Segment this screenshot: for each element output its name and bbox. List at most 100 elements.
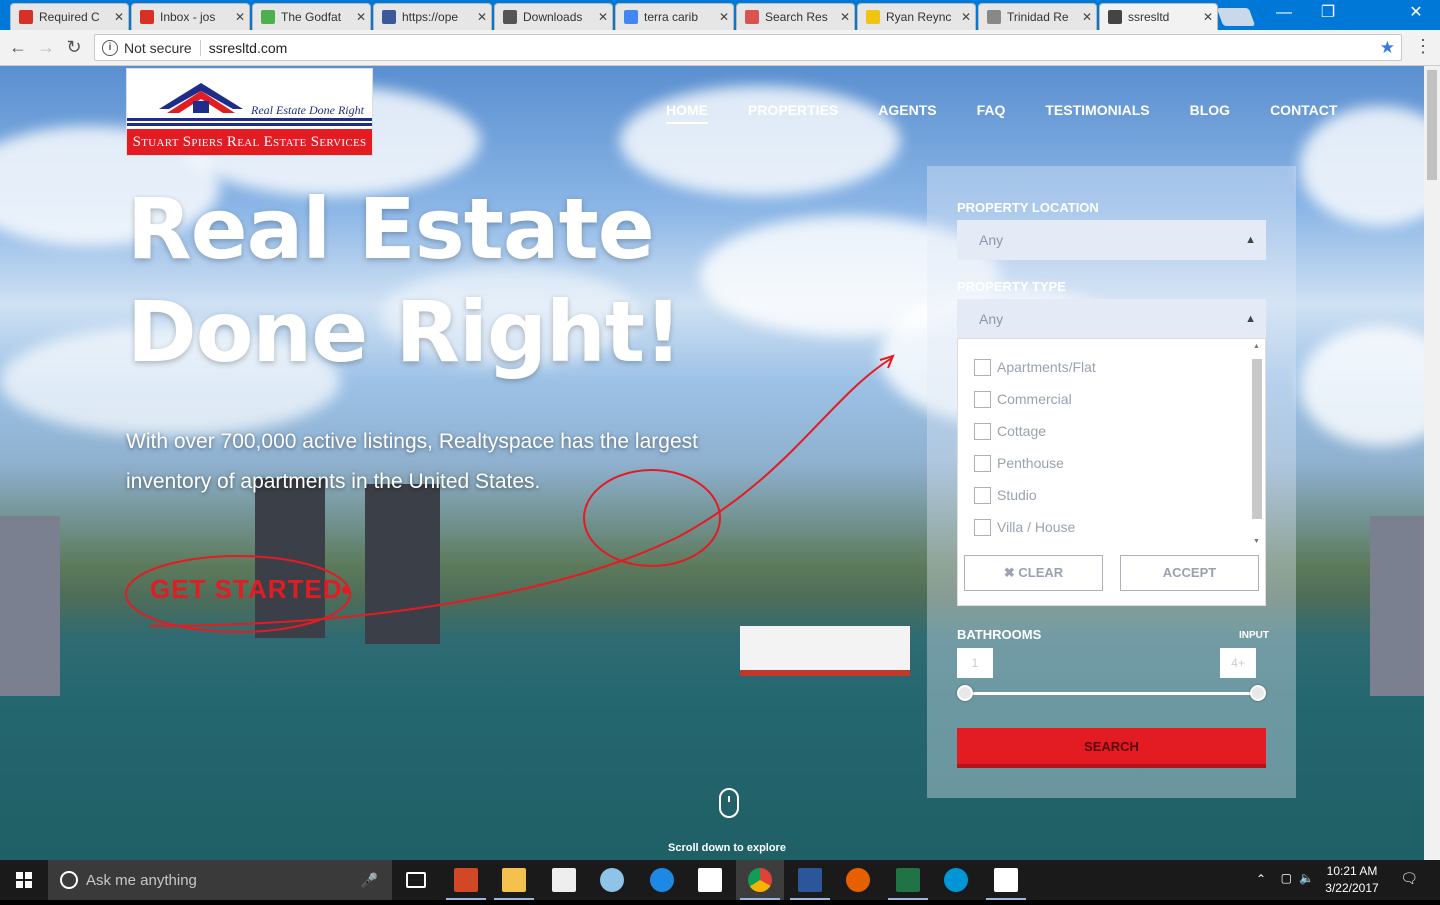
reload-icon[interactable]: ↻ [62, 35, 86, 59]
nav-testimonials[interactable]: TESTIMONIALS [1045, 102, 1149, 124]
close-tab-icon[interactable]: ✕ [594, 10, 612, 24]
bathrooms-slider-track[interactable] [965, 692, 1259, 695]
site-logo[interactable]: Real Estate Done Right Stuart Spiers Rea… [126, 68, 373, 156]
option-commercial[interactable]: Commercial [974, 389, 1072, 409]
calculator-icon[interactable] [540, 860, 588, 900]
microphone-icon[interactable]: 🎤 [361, 872, 378, 889]
option-studio[interactable]: Studio [974, 485, 1037, 505]
bathrooms-min-value: 1 [957, 648, 993, 678]
scroll-up-arrow-icon[interactable]: ▲ [1253, 343, 1260, 350]
accept-button[interactable]: ACCEPT [1120, 555, 1259, 591]
bathrooms-max-handle[interactable] [1250, 685, 1266, 701]
clock[interactable]: 10:21 AM 3/22/2017 [1320, 863, 1384, 897]
edge-icon[interactable] [638, 860, 686, 900]
close-tab-icon[interactable]: ✕ [715, 10, 733, 24]
search-button[interactable]: SEARCH [957, 728, 1266, 768]
excel-icon[interactable] [884, 860, 932, 900]
tab-title: Inbox - jos [160, 10, 216, 24]
nav-blog[interactable]: BLOG [1190, 102, 1230, 124]
file-explorer-icon[interactable] [490, 860, 538, 900]
clear-x-icon: ✖ [1003, 565, 1019, 580]
gmail-icon [140, 10, 154, 24]
browser-tab[interactable]: https://ope ✕ [373, 3, 492, 30]
option-label: Villa / House [997, 519, 1076, 535]
bookmark-star-icon[interactable]: ★ [1380, 38, 1395, 58]
windows-start-icon[interactable] [0, 860, 48, 900]
page-scrollbar[interactable] [1424, 66, 1440, 860]
network-icon[interactable]: ▢ [1281, 871, 1292, 885]
task-view-icon[interactable] [392, 860, 440, 900]
store-icon[interactable] [686, 860, 734, 900]
input-toggle[interactable]: INPUT [1239, 630, 1269, 641]
close-tab-icon[interactable]: ✕ [473, 10, 491, 24]
chrome-icon[interactable] [736, 860, 784, 900]
nav-contact[interactable]: CONTACT [1270, 102, 1337, 124]
checkbox[interactable] [974, 454, 991, 472]
word-icon[interactable] [786, 860, 834, 900]
nav-agents[interactable]: AGENTS [878, 102, 936, 124]
logo-stripe [127, 123, 372, 126]
option-penthouse[interactable]: Penthouse [974, 453, 1064, 473]
property-type-select[interactable]: Any ▲ [957, 299, 1266, 339]
logo-stripe [127, 118, 372, 121]
chevron-up-icon[interactable]: ⌃ [1256, 872, 1266, 886]
firefox-icon[interactable] [834, 860, 882, 900]
nav-faq[interactable]: FAQ [977, 102, 1006, 124]
clear-button[interactable]: ✖ CLEAR [964, 555, 1103, 591]
option-apartments-flat[interactable]: Apartments/Flat [974, 357, 1096, 377]
close-tab-icon[interactable]: ✕ [957, 10, 975, 24]
scroll-down-arrow-icon[interactable]: ▼ [1253, 538, 1260, 545]
nav-home[interactable]: HOME [666, 102, 708, 124]
option-villa-house[interactable]: Villa / House [974, 517, 1075, 537]
browser-tab[interactable]: ssresltd ✕ [1099, 3, 1218, 30]
back-arrow-icon[interactable]: ← [6, 35, 30, 59]
browser-tab[interactable]: Required C ✕ [10, 3, 129, 30]
url-text[interactable]: ssresltd.com [209, 40, 288, 56]
bathrooms-min-handle[interactable] [957, 685, 973, 701]
photos-icon[interactable] [982, 860, 1030, 900]
dropdown-scroll-thumb[interactable] [1252, 359, 1262, 519]
close-window-button[interactable]: ✕ [1394, 0, 1438, 28]
get-started-button[interactable]: GET STARTED [150, 574, 343, 605]
tab-title: The Godfat [281, 10, 342, 24]
close-tab-icon[interactable]: ✕ [1078, 10, 1096, 24]
security-status[interactable]: Not secure [124, 39, 201, 56]
address-bar[interactable]: i Not secure ssresltd.com ★ [94, 34, 1402, 61]
close-tab-icon[interactable]: ✕ [836, 10, 854, 24]
checkbox[interactable] [974, 358, 991, 376]
close-tab-icon[interactable]: ✕ [352, 10, 370, 24]
checkbox[interactable] [974, 486, 991, 504]
close-tab-icon[interactable]: ✕ [231, 10, 249, 24]
hero-title-line-2: Done Right! [127, 283, 682, 381]
close-tab-icon[interactable]: ✕ [1199, 10, 1217, 24]
dropdown-scrollbar[interactable]: ▲ ▼ [1251, 343, 1263, 545]
powerpoint-icon[interactable] [442, 860, 490, 900]
hp-icon[interactable] [932, 860, 980, 900]
info-icon[interactable]: i [102, 39, 118, 56]
cortana-search-box[interactable]: Ask me anything 🎤 [48, 860, 392, 900]
menu-dots-icon[interactable]: ⋮ [1414, 36, 1432, 57]
browser-tab[interactable]: The Godfat ✕ [252, 3, 371, 30]
option-cottage[interactable]: Cottage [974, 421, 1046, 441]
nav-properties[interactable]: PROPERTIES [748, 102, 838, 124]
action-center-icon[interactable]: 🗨 [1400, 870, 1418, 887]
property-type-dropdown: Apartments/Flat Commercial Cottage Penth… [957, 338, 1266, 606]
property-location-select[interactable]: Any ▲ [957, 220, 1266, 260]
paint-icon[interactable] [588, 860, 636, 900]
minimize-button[interactable]: — [1262, 0, 1306, 28]
browser-tab[interactable]: Search Res ✕ [736, 3, 855, 30]
checkbox[interactable] [974, 518, 991, 536]
browser-tab[interactable]: Inbox - jos ✕ [131, 3, 250, 30]
volume-icon[interactable]: 🔈 [1299, 871, 1314, 885]
checkbox[interactable] [974, 422, 991, 440]
browser-tab[interactable]: terra carib ✕ [615, 3, 734, 30]
checkbox[interactable] [974, 390, 991, 408]
browser-tab[interactable]: Trinidad Re ✕ [978, 3, 1097, 30]
browser-tab[interactable]: Ryan Reync ✕ [857, 3, 976, 30]
close-tab-icon[interactable]: ✕ [110, 10, 128, 24]
new-tab-button[interactable] [1216, 8, 1256, 26]
forward-arrow-icon[interactable]: → [34, 35, 58, 59]
browser-tab[interactable]: Downloads ✕ [494, 3, 613, 30]
restore-button[interactable]: ❐ [1306, 0, 1350, 28]
page-scroll-thumb[interactable] [1427, 70, 1437, 180]
